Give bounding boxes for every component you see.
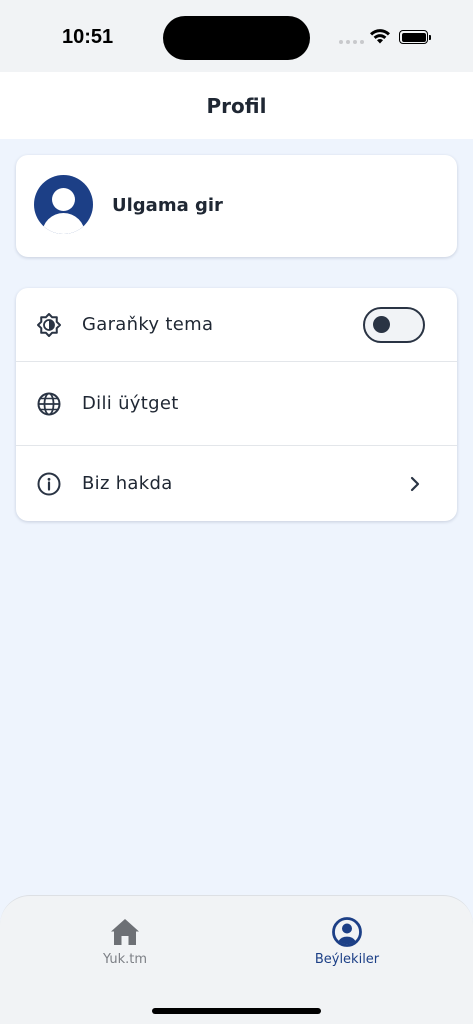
nav-label: Beýlekiler [314,952,380,967]
home-indicator [152,1008,321,1014]
cellular-signal-icon [339,40,364,44]
dark-theme-icon [36,312,62,338]
settings-item-dark-theme[interactable]: Garaňky tema [16,288,457,362]
settings-item-label: Dili üýtget [82,393,179,414]
info-icon [36,471,62,497]
profile-icon [332,917,362,947]
screen: 10:51 Profil Ulgama gir Garaňky tema Dil… [0,0,473,1024]
settings-item-language[interactable]: Dili üýtget [16,362,457,446]
settings-card: Garaňky tema Dili üýtget Biz hakda [16,288,457,521]
wifi-icon [370,29,390,44]
chevron-right-icon [410,476,420,491]
nav-label: Yuk.tm [102,952,148,967]
globe-icon [36,391,62,417]
bottom-nav: Yuk.tm Beýlekiler [0,895,473,1024]
nav-item-others[interactable]: Beýlekiler [277,916,417,967]
avatar-icon [34,175,93,234]
status-bar: 10:51 [0,0,473,72]
status-time: 10:51 [62,26,114,48]
toggle-knob [373,315,390,333]
page-title: Profil [206,93,267,118]
page-header: Profil [0,72,473,139]
dark-theme-toggle[interactable] [363,306,425,343]
dynamic-island [163,16,310,60]
nav-item-home[interactable]: Yuk.tm [55,916,195,967]
login-label: Ulgama gir [112,195,223,216]
settings-item-label: Biz hakda [82,473,173,494]
login-card[interactable]: Ulgama gir [16,155,457,257]
home-icon [111,919,139,945]
settings-item-label: Garaňky tema [82,314,214,335]
settings-item-about[interactable]: Biz hakda [16,446,457,521]
battery-icon [399,30,431,44]
